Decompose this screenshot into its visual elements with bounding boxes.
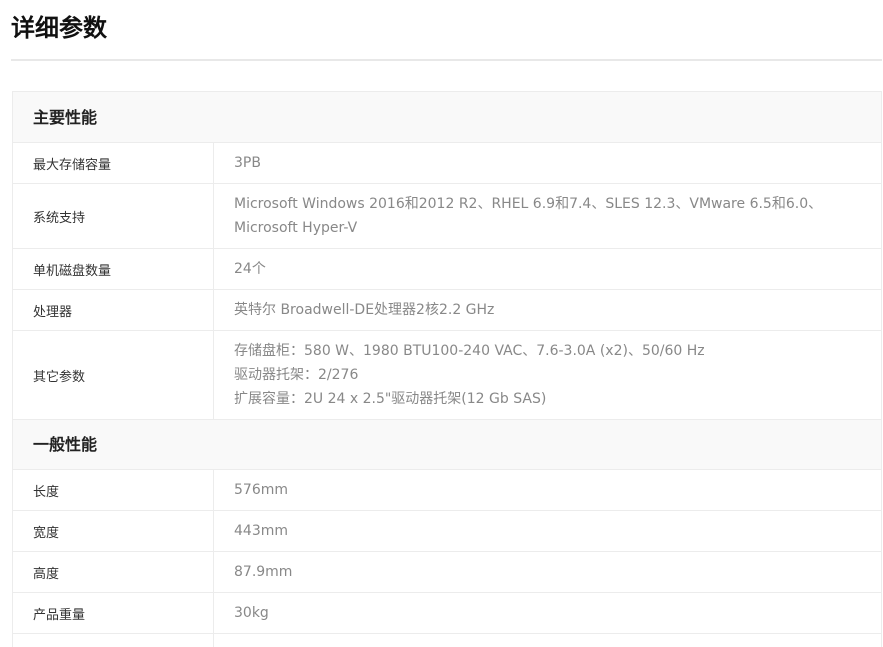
spec-page: 详细参数 主要性能 最大存储容量 3PB 系统支持 Microsoft Wind…	[0, 0, 883, 647]
spec-value-line: 443mm	[234, 523, 288, 539]
spec-value-line: 24个	[234, 261, 266, 277]
spec-label: 长度	[13, 470, 214, 510]
spec-value: 87.9mm	[214, 552, 881, 592]
section-header-main-performance: 主要性能	[13, 92, 881, 143]
spec-value-line: 87.9mm	[234, 564, 293, 580]
spec-value: 24个	[214, 249, 881, 289]
title-divider	[11, 59, 882, 61]
spec-table: 主要性能 最大存储容量 3PB 系统支持 Microsoft Windows 2…	[12, 91, 882, 647]
spec-label: 处理器	[13, 290, 214, 330]
spec-value: 576mm	[214, 470, 881, 510]
spec-label: 其它参数	[13, 331, 214, 419]
spec-label: 宽度	[13, 511, 214, 551]
spec-value: Microsoft Windows 2016和2012 R2、RHEL 6.9和…	[214, 184, 881, 248]
spec-value: 443mm	[214, 511, 881, 551]
spec-row-max-storage: 最大存储容量 3PB	[13, 143, 881, 184]
spec-row-length: 长度 576mm	[13, 470, 881, 511]
spec-value: 英特尔 Broadwell-DE处理器2核2.2 GHz	[214, 290, 881, 330]
spec-label-empty	[13, 634, 214, 647]
page-title: 详细参数	[11, 14, 107, 42]
spec-value-line: 30kg	[234, 605, 269, 621]
spec-row-processor: 处理器 英特尔 Broadwell-DE处理器2核2.2 GHz	[13, 290, 881, 331]
spec-value-line: 英特尔 Broadwell-DE处理器2核2.2 GHz	[234, 302, 495, 318]
spec-value-line: 驱动器托架：2/276	[234, 367, 359, 383]
spec-label: 最大存储容量	[13, 143, 214, 183]
spec-value-line: Microsoft Windows 2016和2012 R2、RHEL 6.9和…	[234, 196, 823, 236]
spec-row-empty	[13, 634, 881, 647]
section-header-general-performance: 一般性能	[13, 420, 881, 470]
spec-value: 存储盘柜：580 W、1980 BTU100-240 VAC、7.6-3.0A …	[214, 331, 881, 419]
spec-row-weight: 产品重量 30kg	[13, 593, 881, 634]
spec-value-line: 3PB	[234, 155, 261, 171]
spec-value: 30kg	[214, 593, 881, 633]
spec-label: 系统支持	[13, 184, 214, 248]
spec-value-line: 576mm	[234, 482, 288, 498]
spec-label: 单机磁盘数量	[13, 249, 214, 289]
spec-row-disk-count: 单机磁盘数量 24个	[13, 249, 881, 290]
spec-row-height: 高度 87.9mm	[13, 552, 881, 593]
spec-value-empty	[214, 634, 881, 647]
spec-value: 3PB	[214, 143, 881, 183]
spec-row-os-support: 系统支持 Microsoft Windows 2016和2012 R2、RHEL…	[13, 184, 881, 249]
spec-row-other-params: 其它参数 存储盘柜：580 W、1980 BTU100-240 VAC、7.6-…	[13, 331, 881, 420]
spec-value-line: 存储盘柜：580 W、1980 BTU100-240 VAC、7.6-3.0A …	[234, 343, 705, 359]
spec-label: 高度	[13, 552, 214, 592]
spec-label: 产品重量	[13, 593, 214, 633]
spec-value-line: 扩展容量：2U 24 x 2.5"驱动器托架(12 Gb SAS)	[234, 391, 547, 407]
spec-row-width: 宽度 443mm	[13, 511, 881, 552]
